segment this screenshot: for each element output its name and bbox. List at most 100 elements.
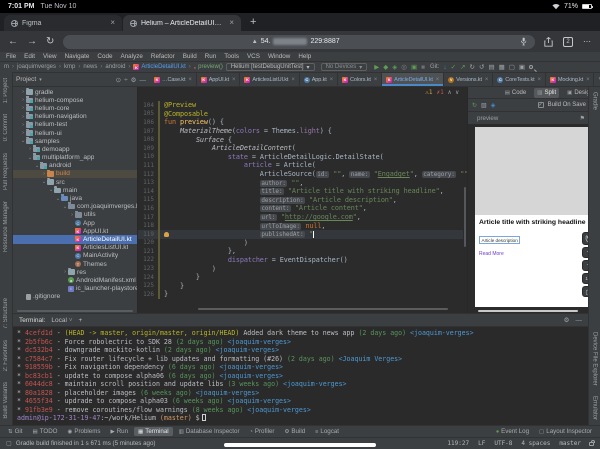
code-line[interactable]: 106fun preview() { [138,118,463,127]
stop-icon[interactable]: ■ [421,64,425,71]
indent-setting[interactable]: 4 spaces [521,440,550,447]
tree-row[interactable]: ›utils [13,211,137,219]
next-problem-icon[interactable]: ∨ [455,89,459,96]
tabs-overflow-chevron-icon[interactable]: ˅ [594,73,600,86]
new-tab-button[interactable]: + [250,16,256,28]
interactive-preview-icon[interactable]: ◈ [491,102,496,109]
stripe-gradle[interactable]: Gradle [592,92,598,110]
tree-row[interactable]: .gitignore [13,293,137,301]
editor-tab[interactable]: KAppUI.kt× [197,73,241,86]
share-icon[interactable] [544,37,553,47]
menu-window[interactable]: Window [268,53,290,60]
tree-row[interactable]: ⌄main [13,186,137,194]
close-icon[interactable]: × [110,19,115,27]
tree-row[interactable]: ›helium-compose [13,96,137,104]
stripe-resource-manager[interactable]: Resource Manager [3,201,9,252]
tree-row[interactable]: ›helium-test [13,121,137,129]
menu-vcs[interactable]: VCS [247,53,260,60]
breadcrumb-item[interactable]: m [4,64,9,70]
code-line[interactable]: 109 ArticleDetailContent( [138,144,463,153]
force-refresh-icon[interactable]: ▧ [481,102,487,109]
code-line[interactable]: 121 }, [138,247,463,256]
editor-tab[interactable]: KColors.kt× [338,73,382,86]
close-icon[interactable]: × [188,77,191,83]
tree-row[interactable]: TThemes [13,260,137,268]
code-line[interactable]: 108 Surface { [138,135,463,144]
line-separator[interactable]: LF [478,440,485,447]
tree-row[interactable]: ›res [13,268,137,276]
tree-row[interactable]: ⌄android [13,162,137,170]
stripe-2-favorites[interactable]: 2: Favorites [3,340,9,371]
commit-icon[interactable]: ✓ [451,64,456,71]
stripe-build-variants[interactable]: Build Variants [3,382,9,419]
toolwindow-layout-inspector[interactable]: ▢Layout Inspector [535,427,596,436]
history-icon[interactable]: ↻ [470,64,475,71]
prev-problem-icon[interactable]: ∧ [448,89,452,96]
toolwindow-git[interactable]: ⇅Git [4,427,27,436]
code-line[interactable]: 118 urlToImage: null, [138,221,463,230]
code-line[interactable]: 114 title: "Article title with striking … [138,187,463,196]
code-line[interactable]: 120 ) [138,239,463,248]
code-line[interactable]: 122 dispatcher = EventDispatcher() [138,256,463,265]
close-icon[interactable]: × [436,77,439,83]
menu-build[interactable]: Build [183,53,197,60]
tree-row[interactable]: ⌄src [13,178,137,186]
hide-panel-icon[interactable]: — [140,77,147,84]
read-more-link[interactable]: Read More [479,251,593,257]
stripe-7-structure[interactable]: 7: Structure [3,298,9,329]
breadcrumb-item[interactable]: preview() [198,64,223,70]
tree-row[interactable]: KArticlesListUI.kt [13,244,137,252]
editor-tab[interactable]: VVersions.kt× [444,73,493,86]
inspection-widget[interactable]: ⚠1 ✗1 ∧ ∨ [425,89,459,96]
close-icon[interactable]: × [586,77,589,83]
menu-run[interactable]: Run [205,53,217,60]
editor-vscrollbar[interactable] [464,187,467,247]
reload-button[interactable]: ↻ [46,37,54,47]
breadcrumb-item[interactable]: news [83,64,97,70]
site-warning-icon[interactable]: ▲ [252,39,258,45]
tree-row[interactable]: ⌄java [13,194,137,202]
readonly-lock-icon[interactable] [589,442,594,446]
project-panel-header[interactable]: Project ▾ ⊙÷⚙— [0,73,150,86]
breadcrumb-item[interactable]: android [105,64,125,70]
code-line[interactable]: 104@Preview [138,101,463,110]
tree-hscrollbar[interactable] [17,310,133,312]
collapse-all-icon[interactable]: ÷ [124,77,128,84]
code-line[interactable]: 123 ) [138,264,463,273]
close-icon[interactable]: × [229,19,234,27]
code-line[interactable]: 113 author: "", [138,178,463,187]
tree-row[interactable]: KAppUI.kt [13,227,137,235]
mic-icon[interactable] [520,37,527,46]
layout-validation-icon[interactable]: ▦ [499,64,505,71]
code-line[interactable]: 126} [138,290,463,299]
menu-code[interactable]: Code [97,53,112,60]
tree-row[interactable]: ⌄com.joaquimverges.kmp [13,203,137,211]
run-configuration-select[interactable]: Helium [testDebugUnitTest]▾ [226,63,315,71]
terminal-output[interactable]: * 4cefd1d - (HEAD -> master, origin/mast… [13,327,588,425]
code-line[interactable]: 110 state = ArticleDetailLogic.DetailSta… [138,153,463,162]
stripe-device-file-explorer[interactable]: Device File Explorer [592,332,598,386]
editor-tab[interactable]: CApp.kt× [300,73,338,86]
menu-view[interactable]: View [43,53,57,60]
close-icon[interactable]: × [232,77,235,83]
pin-icon[interactable]: ⚑ [580,115,586,122]
preview-scrollbar[interactable] [478,310,578,313]
settings-icon[interactable]: ⚙ [131,77,137,84]
build-refresh-icon[interactable]: ↻ [472,102,477,109]
close-icon[interactable]: × [291,77,294,83]
code-line[interactable]: 111 article = Article( [138,161,463,170]
mode-code[interactable]: ▤Code [502,88,530,98]
menu-help[interactable]: Help [298,53,311,60]
profile-icon[interactable]: ◎ [401,64,407,71]
code-line[interactable]: 125 } [138,281,463,290]
tree-row[interactable]: aAndroidManifest.xml [13,276,137,284]
gesture-navigation-bar[interactable] [224,443,376,447]
close-icon[interactable]: × [374,77,377,83]
toolwindow-todo[interactable]: ▤TODO [29,427,62,436]
build-on-save-checkbox[interactable]: ✓ [538,102,544,108]
terminal-settings-icon[interactable]: ⚙ [564,316,570,324]
toolwindow-build[interactable]: ⚙Build [280,427,309,436]
browser-menu-button[interactable]: ⋯ [583,37,592,46]
editor-tab[interactable]: KMocking.kt× [546,73,595,86]
back-button[interactable]: ← [8,37,18,47]
